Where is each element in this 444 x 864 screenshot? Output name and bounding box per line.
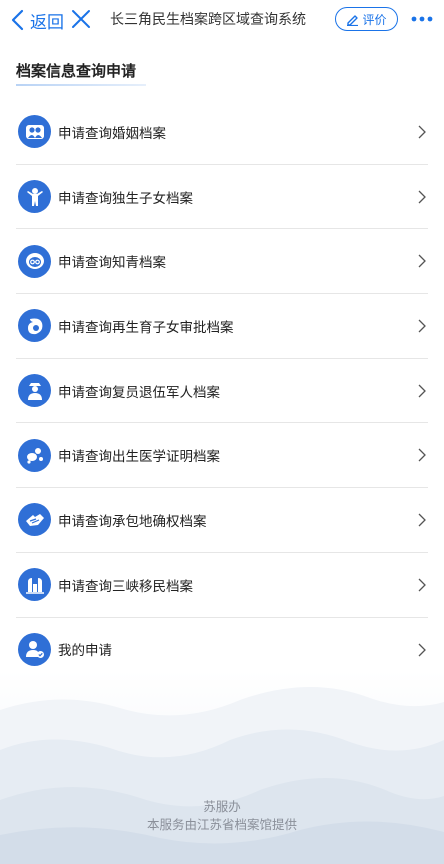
chevron-right-icon — [418, 319, 426, 333]
page-title: 长三角民生档案跨区域查询系统 — [110, 12, 306, 28]
dam-icon — [18, 568, 51, 602]
list-item-birth-certificate[interactable]: 申请查询出生医学证明档案 — [16, 423, 428, 489]
list-item-veterans[interactable]: 申请查询复员退伍军人档案 — [16, 359, 428, 424]
chevron-right-icon — [418, 384, 426, 398]
mountain-background — [0, 670, 444, 864]
list-item-second-birth-approval[interactable]: 申请查询再生育子女审批档案 — [16, 294, 428, 359]
chevron-right-icon — [418, 448, 426, 462]
footer-provider: 本服务由江苏省档案馆提供 — [146, 817, 297, 832]
chevron-right-icon — [418, 190, 426, 204]
chevron-left-icon — [11, 9, 24, 31]
archive-query-list: 申请查询婚姻档案 申请查询独生子女档案 申请查询知青档案 申请查询再生育子女审批… — [0, 100, 444, 683]
rate-button[interactable]: 评价 — [335, 7, 398, 31]
back-button[interactable]: 返回 — [8, 6, 64, 34]
section-underline — [16, 84, 146, 86]
list-item-three-gorges-migrants[interactable]: 申请查询三峡移民档案 — [16, 553, 428, 618]
list-item-label: 申请查询知青档案 — [58, 255, 166, 272]
chevron-right-icon — [418, 643, 426, 656]
soldier-icon — [18, 374, 51, 408]
list-item-label: 申请查询再生育子女审批档案 — [58, 319, 234, 336]
mother-icon — [18, 309, 51, 343]
list-item-label: 申请查询承包地确权档案 — [58, 513, 207, 530]
child-icon — [18, 180, 51, 214]
list-item-label: 申请查询婚姻档案 — [58, 125, 166, 142]
close-icon[interactable] — [70, 8, 92, 30]
chevron-right-icon — [418, 513, 426, 527]
farmland-icon — [18, 503, 51, 537]
user-check-icon — [18, 632, 51, 666]
top-navbar: 返回 长三角民生档案跨区域查询系统 评价 — [0, 0, 444, 40]
list-item-marriage[interactable]: 申请查询婚姻档案 — [16, 100, 428, 165]
list-item-farmland-rights[interactable]: 申请查询承包地确权档案 — [16, 488, 428, 553]
list-item-label: 申请查询复员退伍军人档案 — [58, 384, 220, 401]
more-icon[interactable] — [408, 8, 436, 30]
chevron-right-icon — [418, 254, 426, 268]
youth-icon — [18, 244, 51, 278]
list-item-label: 申请查询独生子女档案 — [58, 190, 193, 207]
list-item-label: 申请查询三峡移民档案 — [58, 578, 193, 595]
baby-icon — [18, 438, 51, 472]
chevron-right-icon — [418, 125, 426, 139]
footer-brand: 苏服办 — [203, 799, 241, 814]
list-item-only-child[interactable]: 申请查询独生子女档案 — [16, 165, 428, 230]
list-item-label: 申请查询出生医学证明档案 — [58, 449, 220, 466]
list-item-educated-youth[interactable]: 申请查询知青档案 — [16, 229, 428, 295]
section-title: 档案信息查询申请 — [16, 62, 137, 80]
couple-icon — [18, 115, 51, 149]
chevron-right-icon — [418, 578, 426, 592]
back-label: 返回 — [30, 12, 64, 33]
pencil-icon — [347, 14, 359, 26]
rate-label: 评价 — [362, 12, 387, 27]
list-item-label: 我的申请 — [58, 643, 112, 660]
